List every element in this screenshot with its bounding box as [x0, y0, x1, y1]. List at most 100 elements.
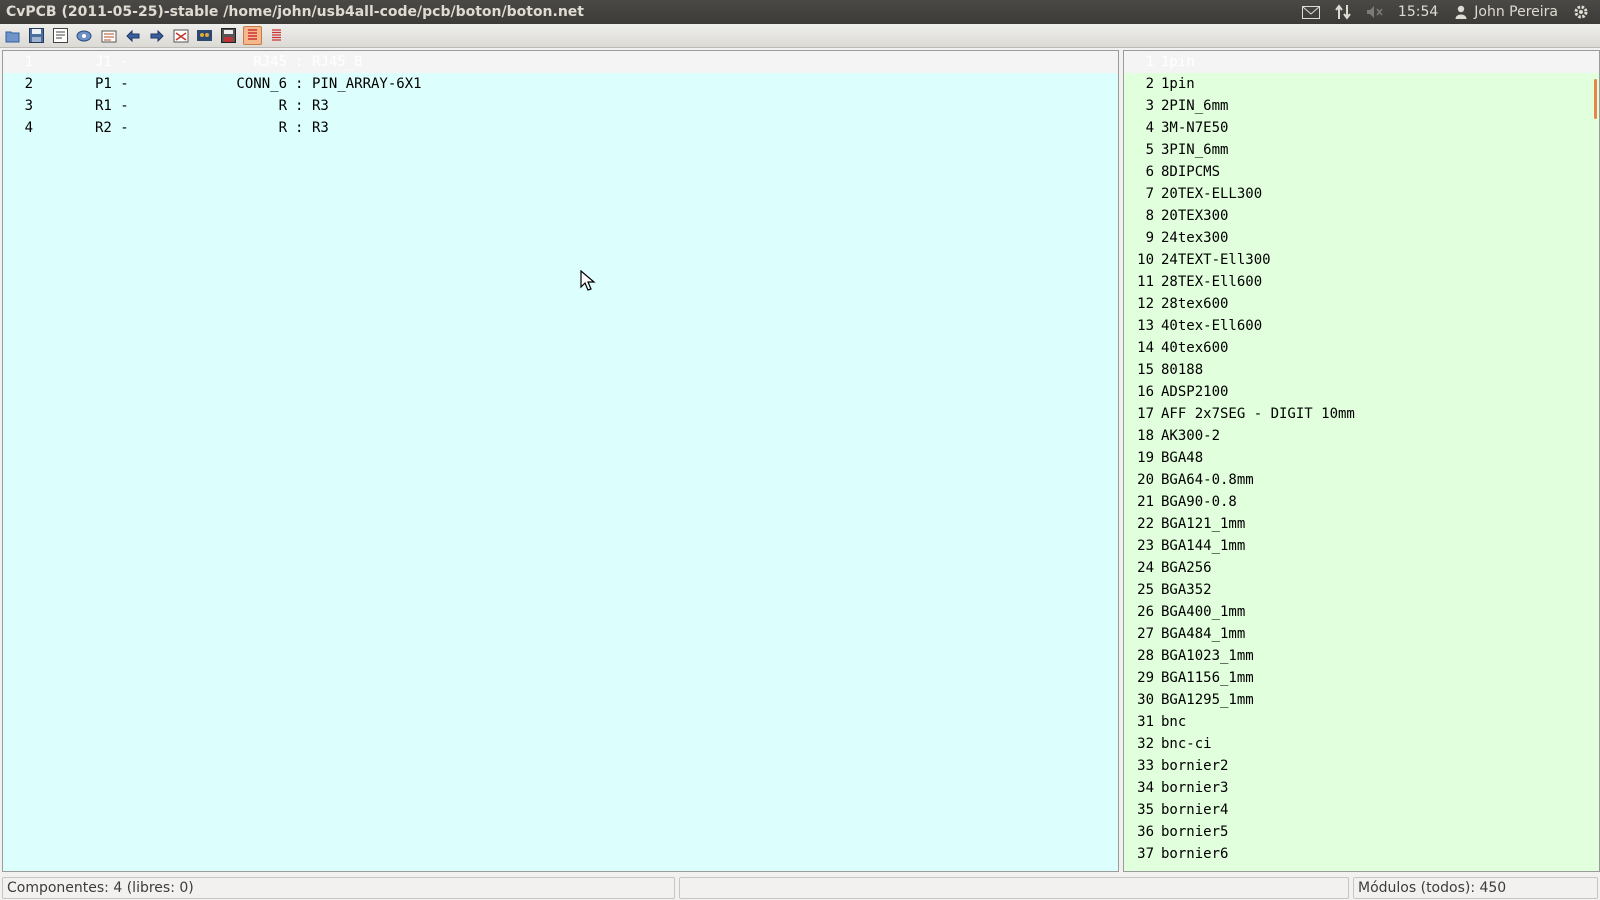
module-name: BGA256 [1161, 560, 1212, 576]
module-number: 14 [1137, 340, 1154, 356]
module-row[interactable]: 31 bnc [1124, 711, 1599, 733]
module-row[interactable]: 15 80188 [1124, 359, 1599, 381]
component-number: 1 [24, 54, 33, 70]
module-number: 19 [1137, 450, 1154, 466]
module-number: 1 [1145, 54, 1154, 70]
view-footprint-icon[interactable] [195, 26, 214, 45]
module-row[interactable]: 4 3M-N7E50 [1124, 117, 1599, 139]
full-list-icon[interactable] [267, 26, 286, 45]
module-row[interactable]: 28 BGA1023_1mm [1124, 645, 1599, 667]
user-menu[interactable]: John Pereira [1452, 4, 1558, 20]
module-row[interactable]: 5 3PIN_6mm [1124, 139, 1599, 161]
module-row[interactable]: 14 40tex600 [1124, 337, 1599, 359]
module-number: 3 [1145, 98, 1154, 114]
modules-list[interactable]: 1 1pin 2 1pin 3 2PIN_6mm 4 3M-N7E50 5 3PIN_6mm 6 8D… [1123, 50, 1600, 872]
module-row[interactable]: 1 1pin [1124, 51, 1599, 73]
toolbar [0, 24, 1600, 48]
open-icon[interactable] [3, 26, 22, 45]
previous-icon[interactable] [123, 26, 142, 45]
module-row[interactable]: 24 BGA256 [1124, 557, 1599, 579]
module-row[interactable]: 37 bornier6 [1124, 843, 1599, 865]
module-row[interactable]: 13 40tex-Ell600 [1124, 315, 1599, 337]
module-name: 1pin [1161, 54, 1195, 70]
module-row[interactable]: 36 bornier5 [1124, 821, 1599, 843]
module-row[interactable]: 30 BGA1295_1mm [1124, 689, 1599, 711]
network-icon[interactable] [1334, 4, 1352, 20]
module-number: 2 [1145, 76, 1154, 92]
components-list[interactable]: 1 J1 - RJ45 RJ45_8:2 P1 - CONN_6 PIN_ARRAY-6X1… [2, 50, 1119, 872]
save-equ-icon[interactable] [219, 26, 238, 45]
volume-muted-icon[interactable] [1366, 4, 1384, 20]
module-name: 3PIN_6mm [1161, 142, 1229, 158]
next-icon[interactable] [147, 26, 166, 45]
config-icon[interactable] [51, 26, 70, 45]
status-bar: Componentes: 4 (libres: 0) Módulos (todo… [0, 876, 1600, 900]
module-row[interactable]: 27 BGA484_1mm [1124, 623, 1599, 645]
module-row[interactable]: 22 BGA121_1mm [1124, 513, 1599, 535]
component-footprint: R3 [312, 98, 329, 114]
module-row[interactable]: 25 BGA352 [1124, 579, 1599, 601]
status-components: Componentes: 4 (libres: 0) [2, 877, 675, 899]
module-number: 21 [1137, 494, 1154, 510]
module-number: 36 [1137, 824, 1154, 840]
save-icon[interactable] [27, 26, 46, 45]
module-row[interactable]: 35 bornier4 [1124, 799, 1599, 821]
module-row[interactable]: 23 BGA144_1mm [1124, 535, 1599, 557]
module-row[interactable]: 9 24tex300 [1124, 227, 1599, 249]
module-row[interactable]: 3 2PIN_6mm [1124, 95, 1599, 117]
mail-icon[interactable] [1301, 4, 1320, 20]
module-number: 7 [1145, 186, 1154, 202]
module-name: 1pin [1161, 76, 1195, 92]
module-row[interactable]: 11 28TEX-Ell600 [1124, 271, 1599, 293]
module-name: bnc-ci [1161, 736, 1212, 752]
module-row[interactable]: 16 ADSP2100 [1124, 381, 1599, 403]
module-row[interactable]: 2 1pin [1124, 73, 1599, 95]
user-icon [1452, 4, 1470, 20]
module-name: 20TEX-ELL300 [1161, 186, 1263, 202]
module-number: 24 [1137, 560, 1154, 576]
gear-icon[interactable] [1572, 4, 1590, 20]
module-row[interactable]: 29 BGA1156_1mm [1124, 667, 1599, 689]
module-number: 8 [1145, 208, 1154, 224]
module-name: BGA90-0.8 [1161, 494, 1237, 510]
component-row[interactable]: 2 P1 - CONN_6 PIN_ARRAY-6X1: [3, 73, 1118, 95]
component-row[interactable]: 4 R2 - R R3: [3, 117, 1118, 139]
module-row[interactable]: 17 AFF 2x7SEG - DIGIT 10mm [1124, 403, 1599, 425]
clock[interactable]: 15:54 [1398, 4, 1438, 20]
library-icon[interactable] [75, 26, 94, 45]
module-row[interactable]: 18 AK300-2 [1124, 425, 1599, 447]
module-row[interactable]: 21 BGA90-0.8 [1124, 491, 1599, 513]
component-row[interactable]: 3 R1 - R R3: [3, 95, 1118, 117]
module-row[interactable]: 26 BGA400_1mm [1124, 601, 1599, 623]
module-number: 16 [1137, 384, 1154, 400]
module-row[interactable]: 12 28tex600 [1124, 293, 1599, 315]
module-name: 40tex-Ell600 [1161, 318, 1263, 334]
module-row[interactable]: 33 bornier2 [1124, 755, 1599, 777]
filter-by-component-icon[interactable] [243, 26, 262, 45]
module-row[interactable]: 34 bornier3 [1124, 777, 1599, 799]
component-value: CONN_6 [236, 76, 287, 92]
module-row[interactable]: 6 8DIPCMS [1124, 161, 1599, 183]
module-name: BGA1023_1mm [1161, 648, 1254, 664]
component-row[interactable]: 1 J1 - RJ45 RJ45_8: [3, 51, 1118, 73]
status-modules: Módulos (todos): 450 [1353, 877, 1598, 899]
module-name: BGA352 [1161, 582, 1212, 598]
module-number: 17 [1137, 406, 1154, 422]
module-name: 40tex600 [1161, 340, 1229, 356]
module-row[interactable]: 7 20TEX-ELL300 [1124, 183, 1599, 205]
module-name: 24tex300 [1161, 230, 1229, 246]
module-row[interactable]: 20 BGA64-0.8mm [1124, 469, 1599, 491]
module-number: 18 [1137, 428, 1154, 444]
module-row[interactable]: 32 bnc-ci [1124, 733, 1599, 755]
auto-associate-icon[interactable] [99, 26, 118, 45]
module-row[interactable]: 10 24TEXT-Ell300 [1124, 249, 1599, 271]
module-name: BGA484_1mm [1161, 626, 1246, 642]
delete-associations-icon[interactable] [171, 26, 190, 45]
module-name: BGA121_1mm [1161, 516, 1246, 532]
module-row[interactable]: 8 20TEX300 [1124, 205, 1599, 227]
module-row[interactable]: 19 BGA48 [1124, 447, 1599, 469]
component-separator: : [295, 76, 304, 92]
module-number: 33 [1137, 758, 1154, 774]
module-number: 9 [1145, 230, 1154, 246]
component-footprint: RJ45_8 [312, 54, 363, 70]
